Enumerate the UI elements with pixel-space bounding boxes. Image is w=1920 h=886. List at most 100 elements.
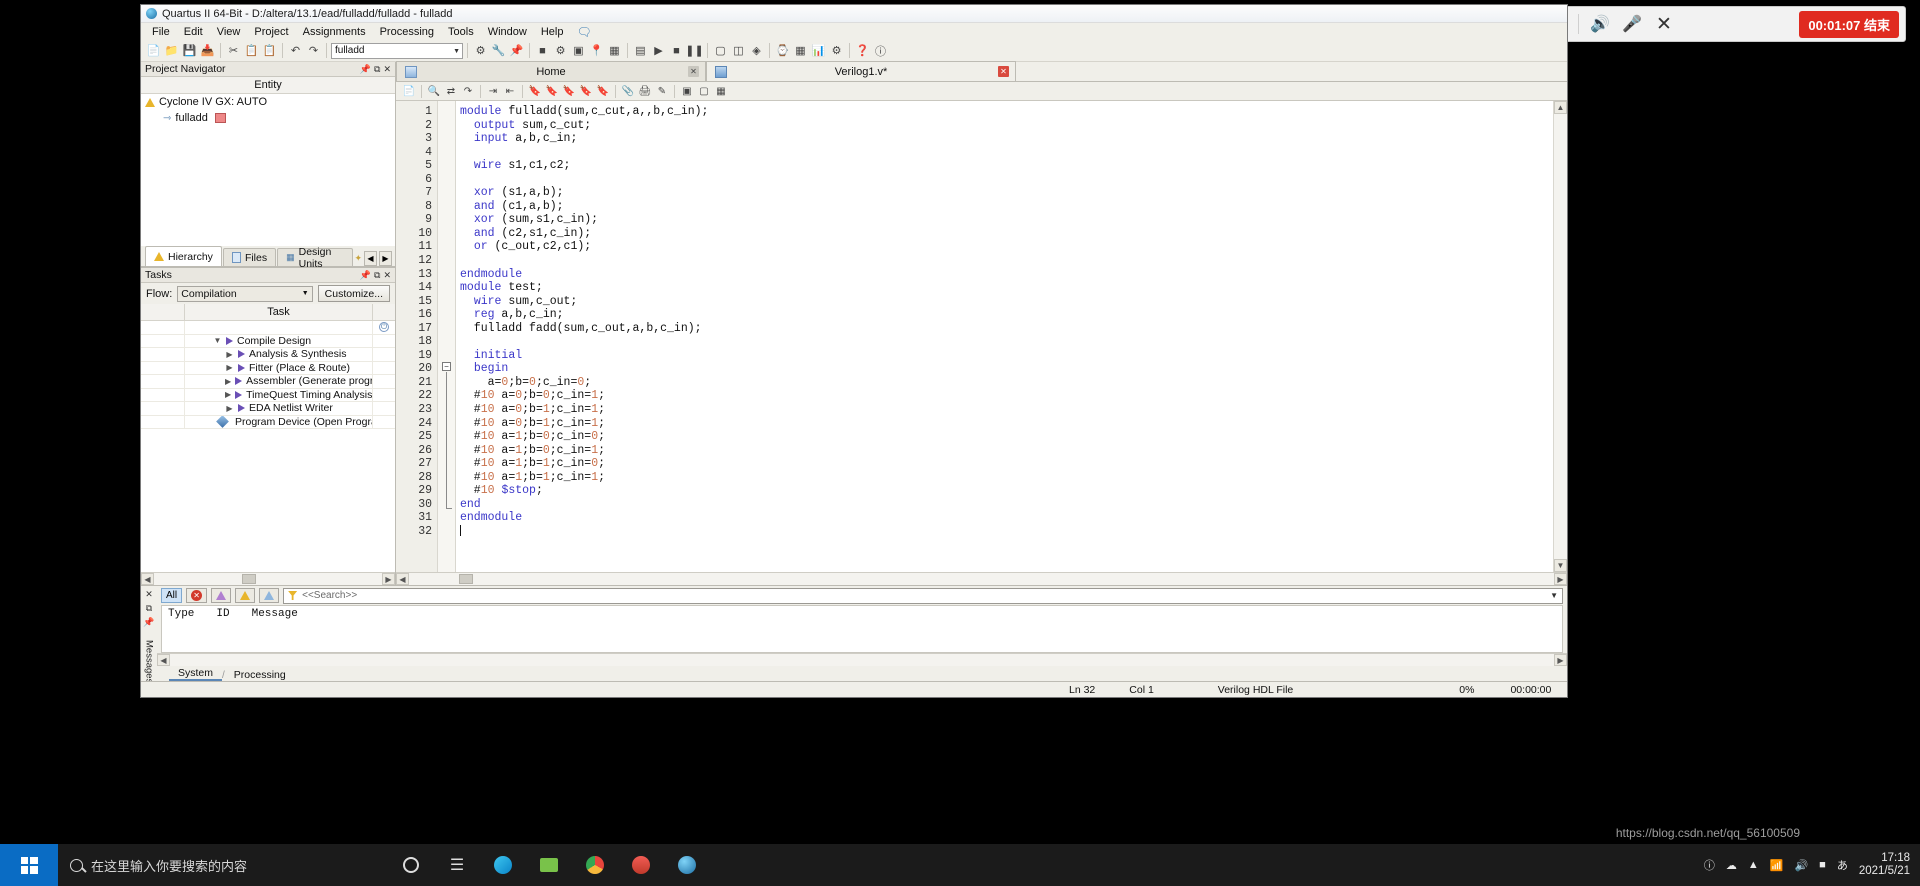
fold-toggle-icon[interactable]: − [442, 362, 451, 371]
undo-icon[interactable]: ↶ [287, 42, 304, 59]
chevron-right-icon[interactable]: ▶ [225, 404, 234, 413]
zoom-in-icon[interactable]: ▣ [679, 83, 695, 99]
close-icon[interactable]: ✕ [145, 589, 153, 600]
outdent-icon[interactable]: ⇤ [502, 83, 518, 99]
tab-verilog1[interactable]: Verilog1.v* ✕ [706, 61, 1016, 81]
tab-overflow-icon[interactable]: ✦ [354, 253, 362, 264]
scroll-left-icon[interactable]: ◀ [157, 654, 170, 666]
messages-tabs[interactable]: System / Processing [157, 666, 1567, 681]
chrome-icon[interactable] [572, 844, 618, 886]
filter-all-button[interactable]: All [161, 588, 183, 603]
menu-item-project[interactable]: Project [247, 25, 295, 39]
help-icon[interactable]: ⓘ [1704, 857, 1715, 873]
code-line[interactable]: #10 a=0;b=1;c_in=1; [460, 403, 1553, 417]
tab-processing[interactable]: Processing [225, 669, 295, 681]
menu-item-file[interactable]: File [145, 25, 177, 39]
code-line[interactable]: begin [460, 362, 1553, 376]
menu-item-edit[interactable]: Edit [177, 25, 210, 39]
code-line[interactable]: fulladd fadd(sum,c_out,a,b,c_in); [460, 322, 1553, 336]
play-icon[interactable] [238, 350, 245, 359]
code-line[interactable]: output sum,c_cut; [460, 119, 1553, 133]
pause-icon[interactable]: ❚❚ [685, 42, 703, 59]
scroll-right-icon[interactable]: ▶ [1554, 573, 1567, 585]
tab-scroll-right-button[interactable]: ▶ [379, 251, 392, 266]
messages-icon[interactable]: ▤ [632, 42, 649, 59]
menu-bar[interactable]: File Edit View Project Assignments Proce… [141, 23, 1567, 40]
pin-icon[interactable]: 📌 [360, 270, 371, 281]
taskbar-clock[interactable]: 17:18 2021/5/21 [1859, 852, 1910, 878]
settings-icon[interactable]: ⚙ [552, 42, 569, 59]
menu-item-tools[interactable]: Tools [441, 25, 481, 39]
microphone-muted-icon[interactable]: 🎤 [1617, 10, 1647, 38]
tab-files[interactable]: Files [222, 248, 277, 266]
insert-template-icon[interactable]: 📄 [401, 83, 417, 99]
code-line[interactable]: a=0;b=0;c_in=0; [460, 376, 1553, 390]
code-line[interactable]: and (c2,s1,c_in); [460, 227, 1553, 241]
code-line[interactable]: #10 a=0;b=1;c_in=1; [460, 417, 1553, 431]
tree-node-device[interactable]: Cyclone IV GX: AUTO [141, 94, 395, 110]
play-icon[interactable] [235, 377, 243, 386]
stop-icon[interactable]: ■ [668, 42, 685, 59]
messages-sidebar[interactable]: ✕ ⧉ 📌 Messages [141, 586, 157, 683]
bookmark-icon[interactable]: 🔖 [527, 83, 543, 99]
tasks-hscrollbar[interactable]: ◀ ▶ [141, 572, 395, 585]
code-line[interactable]: xor (sum,s1,c_in); [460, 213, 1553, 227]
code-folding-column[interactable]: − [438, 101, 456, 572]
technology-viewer-icon[interactable]: ◫ [730, 42, 747, 59]
taskbar-search[interactable]: 在这里输入你要搜索的内容 [58, 844, 388, 886]
adobe-icon[interactable]: ▲ [1748, 859, 1759, 871]
zoom-out-icon[interactable]: ▢ [696, 83, 712, 99]
fit-icon[interactable]: ▦ [713, 83, 729, 99]
messages-filter-toolbar[interactable]: All ✕ <<Search>> ▼ [157, 586, 1567, 605]
cut-icon[interactable]: ✂ [225, 42, 242, 59]
open-file-icon[interactable]: 📁 [163, 42, 180, 59]
chevron-down-icon[interactable]: ▼ [1550, 591, 1558, 600]
print-icon[interactable]: 🖨 [637, 83, 653, 99]
messages-table[interactable]: Type ID Message [161, 605, 1563, 653]
code-line[interactable]: #10 $stop; [460, 484, 1553, 498]
tab-design-units[interactable]: ▦ Design Units [277, 246, 354, 270]
editor-toolbar[interactable]: 📄 🔍 ⇄ ↷ ⇥ ⇤ 🔖 🔖 🔖 🔖 🔖 📎 🖨 ✎ ▣ ▢ ▦ [396, 82, 1567, 101]
bookmark-all-icon[interactable]: 🔖 [595, 83, 611, 99]
start-compilation-icon[interactable]: ▶ [650, 42, 667, 59]
code-line[interactable] [460, 173, 1553, 187]
code-vscrollbar[interactable]: ▲ ▼ [1553, 101, 1567, 572]
help-balloon-icon[interactable]: 🗨 [576, 25, 591, 39]
code-line[interactable]: endmodule [460, 268, 1553, 282]
play-icon[interactable] [226, 336, 233, 345]
code-line[interactable]: endmodule [460, 511, 1553, 525]
filter-critical-warning-button[interactable] [211, 588, 232, 603]
code-line[interactable]: initial [460, 349, 1553, 363]
scroll-thumb[interactable] [459, 574, 473, 584]
battery-icon[interactable]: ■ [1819, 859, 1826, 871]
code-line[interactable]: input a,b,c_in; [460, 132, 1553, 146]
code-line[interactable] [460, 524, 1553, 540]
new-file-icon[interactable]: 📄 [145, 42, 162, 59]
code-line[interactable]: wire sum,c_out; [460, 295, 1553, 309]
close-icon[interactable]: ✕ [383, 270, 391, 281]
flow-select[interactable]: Compilation ▼ [177, 285, 313, 302]
tab-home[interactable]: Home ✕ [396, 61, 706, 81]
code-hscrollbar[interactable]: ◀ ▶ [396, 572, 1567, 585]
close-icon[interactable]: ✕ [688, 66, 699, 77]
comment-icon[interactable]: ✎ [654, 83, 670, 99]
compile-icon[interactable]: 🔧 [490, 42, 507, 59]
code-line[interactable]: #10 a=1;b=0;c_in=1; [460, 444, 1553, 458]
scroll-right-icon[interactable]: ▶ [382, 573, 395, 585]
menu-item-help[interactable]: Help [534, 25, 571, 39]
scroll-up-icon[interactable]: ▲ [1554, 101, 1567, 114]
play-icon[interactable] [238, 363, 245, 372]
windows-start-icon[interactable] [0, 844, 58, 886]
menu-item-view[interactable]: View [210, 25, 248, 39]
scroll-thumb[interactable] [242, 574, 256, 584]
code-line[interactable]: module fulladd(sum,c_cut,a,,b,c_in); [460, 105, 1553, 119]
editor-tabs[interactable]: Home ✕ Verilog1.v* ✕ [396, 61, 1567, 82]
bookmark-clear-icon[interactable]: 🔖 [578, 83, 594, 99]
close-icon[interactable]: ✕ [998, 66, 1009, 77]
chevron-right-icon[interactable]: ▶ [225, 377, 231, 386]
close-icon[interactable]: ✕ [383, 64, 391, 75]
network-icon[interactable]: 📶 [1770, 859, 1784, 872]
analysis-synthesis-icon[interactable]: ⚙ [472, 42, 489, 59]
code-line[interactable]: #10 a=1;b=0;c_in=0; [460, 430, 1553, 444]
signaltap-icon[interactable]: 📊 [810, 42, 827, 59]
